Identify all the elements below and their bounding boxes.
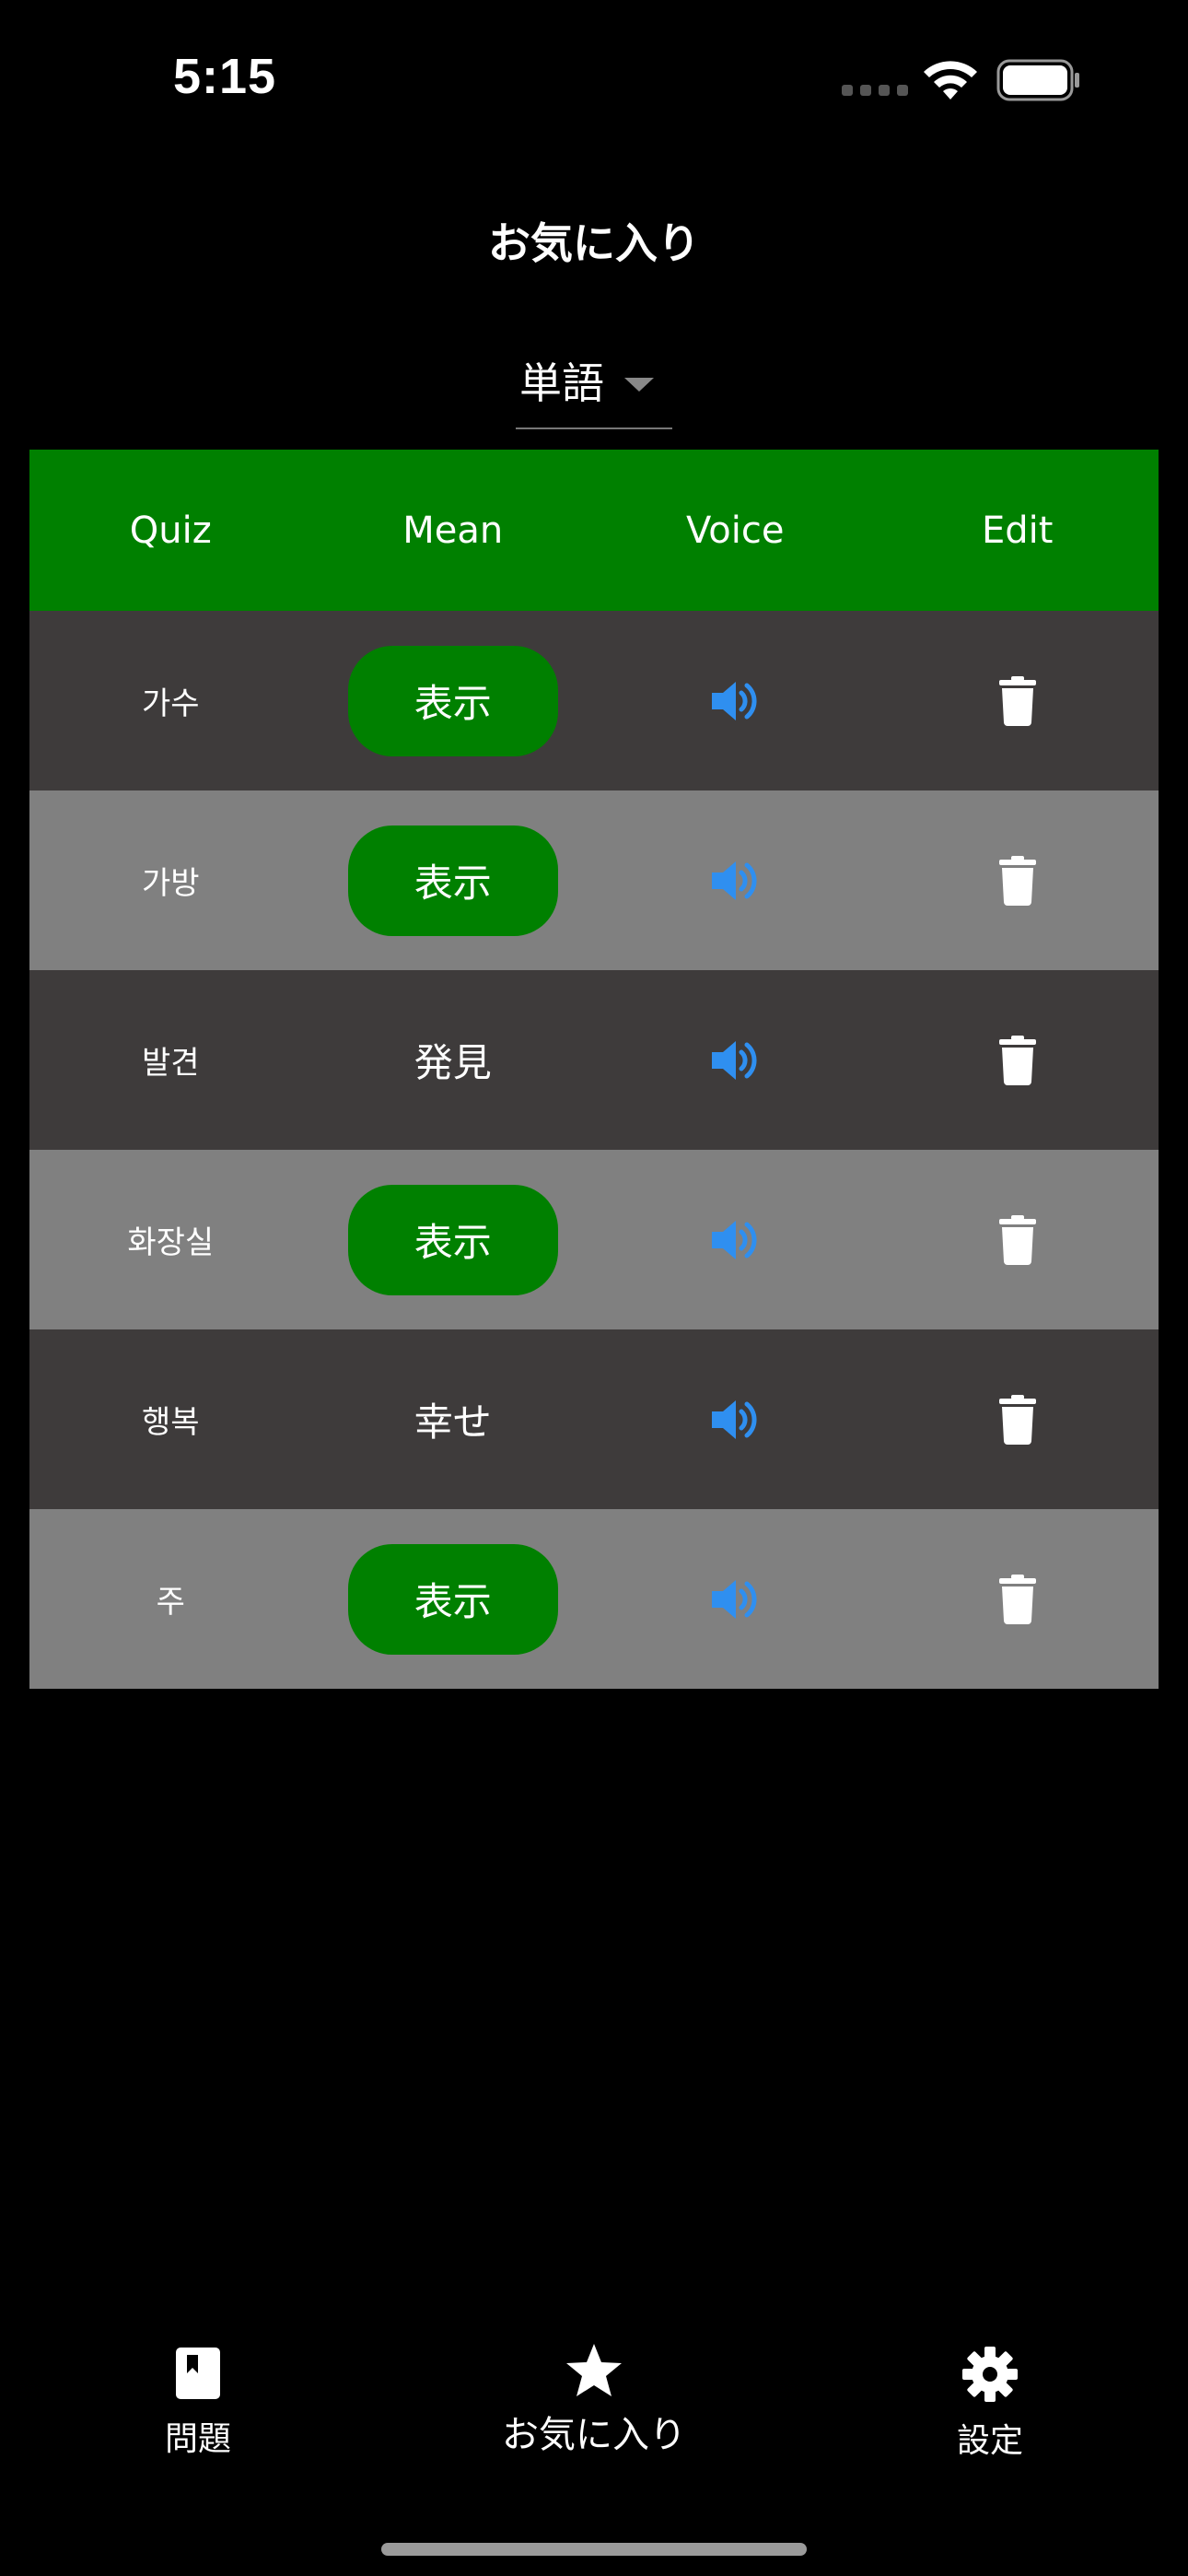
table-row: 가방 表示: [29, 790, 1159, 970]
table-row: 발견 発見: [29, 970, 1159, 1150]
quiz-cell: 행복: [29, 1329, 312, 1509]
status-time: 5:15: [173, 49, 277, 104]
mean-cell: 表示: [312, 790, 595, 970]
edit-cell: [877, 1509, 1159, 1689]
tab-favorites[interactable]: お気に入り: [479, 2342, 709, 2458]
tab-quiz[interactable]: 問題: [129, 2346, 267, 2460]
quiz-word: 행복: [141, 1404, 200, 1441]
speaker-icon[interactable]: [708, 1393, 762, 1446]
tab-quiz-label: 問題: [164, 2420, 231, 2458]
table-row: 화장실 表示: [29, 1150, 1159, 1329]
header-mean: Mean: [402, 509, 504, 552]
voice-cell: [594, 1329, 877, 1509]
battery-icon: [996, 59, 1079, 101]
quiz-word: 주: [156, 1584, 185, 1621]
cellular-signal-icon: [842, 85, 910, 98]
edit-cell: [877, 970, 1159, 1150]
wifi-icon: [924, 61, 977, 100]
speaker-icon[interactable]: [708, 1213, 762, 1267]
header-voice: Voice: [686, 509, 785, 552]
mean-cell: 発見: [312, 970, 595, 1150]
dropdown-arrow-icon: [624, 378, 654, 392]
mean-cell: 表示: [312, 611, 595, 790]
quiz-word: 가수: [141, 685, 200, 722]
home-indicator: [381, 2543, 807, 2556]
trash-icon[interactable]: [998, 1574, 1036, 1624]
tab-bar: 問題 お気に入り 設定: [0, 2322, 1188, 2488]
meaning-text: 幸せ: [413, 1399, 492, 1445]
speaker-icon[interactable]: [708, 674, 762, 728]
voice-cell: [594, 611, 877, 790]
trash-icon[interactable]: [998, 675, 1036, 726]
tab-favorites-label: お気に入り: [502, 2414, 686, 2456]
voice-cell: [594, 970, 877, 1150]
quiz-cell: 가방: [29, 790, 312, 970]
favorites-table: Quiz Mean Voice Edit 가수 表示 가방 表示 발견 発見 화장실 表示 행복…: [29, 450, 1159, 1689]
edit-cell: [877, 790, 1159, 970]
show-meaning-button[interactable]: 表示: [347, 645, 558, 756]
show-meaning-button[interactable]: 表示: [347, 825, 558, 936]
meaning-text: 発見: [413, 1040, 492, 1085]
quiz-cell: 가수: [29, 611, 312, 790]
table-body: 가수 表示 가방 表示 발견 発見 화장실 表示 행복 幸せ 주 表示: [29, 611, 1159, 1689]
tab-settings[interactable]: 設定: [921, 2346, 1059, 2462]
table-row: 가수 表示: [29, 611, 1159, 790]
trash-icon[interactable]: [998, 1214, 1036, 1265]
mean-cell: 表示: [312, 1150, 595, 1329]
trash-icon[interactable]: [998, 1035, 1036, 1085]
tab-settings-label: 設定: [956, 2422, 1023, 2460]
trash-icon[interactable]: [998, 855, 1036, 906]
mean-cell: 幸せ: [312, 1329, 595, 1509]
edit-cell: [877, 1329, 1159, 1509]
header-quiz: Quiz: [129, 509, 212, 552]
book-icon: [176, 2348, 220, 2399]
quiz-word: 발견: [141, 1045, 200, 1082]
edit-cell: [877, 611, 1159, 790]
quiz-cell: 주: [29, 1509, 312, 1689]
voice-cell: [594, 1150, 877, 1329]
quiz-cell: 화장실: [29, 1150, 312, 1329]
header-edit: Edit: [982, 509, 1054, 552]
table-row: 주 表示: [29, 1509, 1159, 1689]
quiz-cell: 발견: [29, 970, 312, 1150]
speaker-icon[interactable]: [708, 854, 762, 907]
dropdown-selected-value: 単語: [519, 358, 604, 408]
category-dropdown[interactable]: 単語: [516, 350, 672, 429]
page-title: お気に入り: [488, 218, 700, 268]
table-row: 행복 幸せ: [29, 1329, 1159, 1509]
trash-icon[interactable]: [998, 1394, 1036, 1445]
table-header: Quiz Mean Voice Edit: [29, 450, 1159, 611]
show-meaning-button[interactable]: 表示: [347, 1184, 558, 1295]
status-bar: 5:15: [0, 0, 1188, 147]
show-meaning-button[interactable]: 表示: [347, 1543, 558, 1655]
mean-cell: 表示: [312, 1509, 595, 1689]
gear-icon: [962, 2347, 1018, 2402]
quiz-word: 화장실: [127, 1224, 215, 1261]
speaker-icon[interactable]: [708, 1573, 762, 1626]
quiz-word: 가방: [141, 865, 200, 902]
speaker-icon[interactable]: [708, 1034, 762, 1087]
voice-cell: [594, 1509, 877, 1689]
voice-cell: [594, 790, 877, 970]
edit-cell: [877, 1150, 1159, 1329]
star-icon: [566, 2344, 622, 2396]
